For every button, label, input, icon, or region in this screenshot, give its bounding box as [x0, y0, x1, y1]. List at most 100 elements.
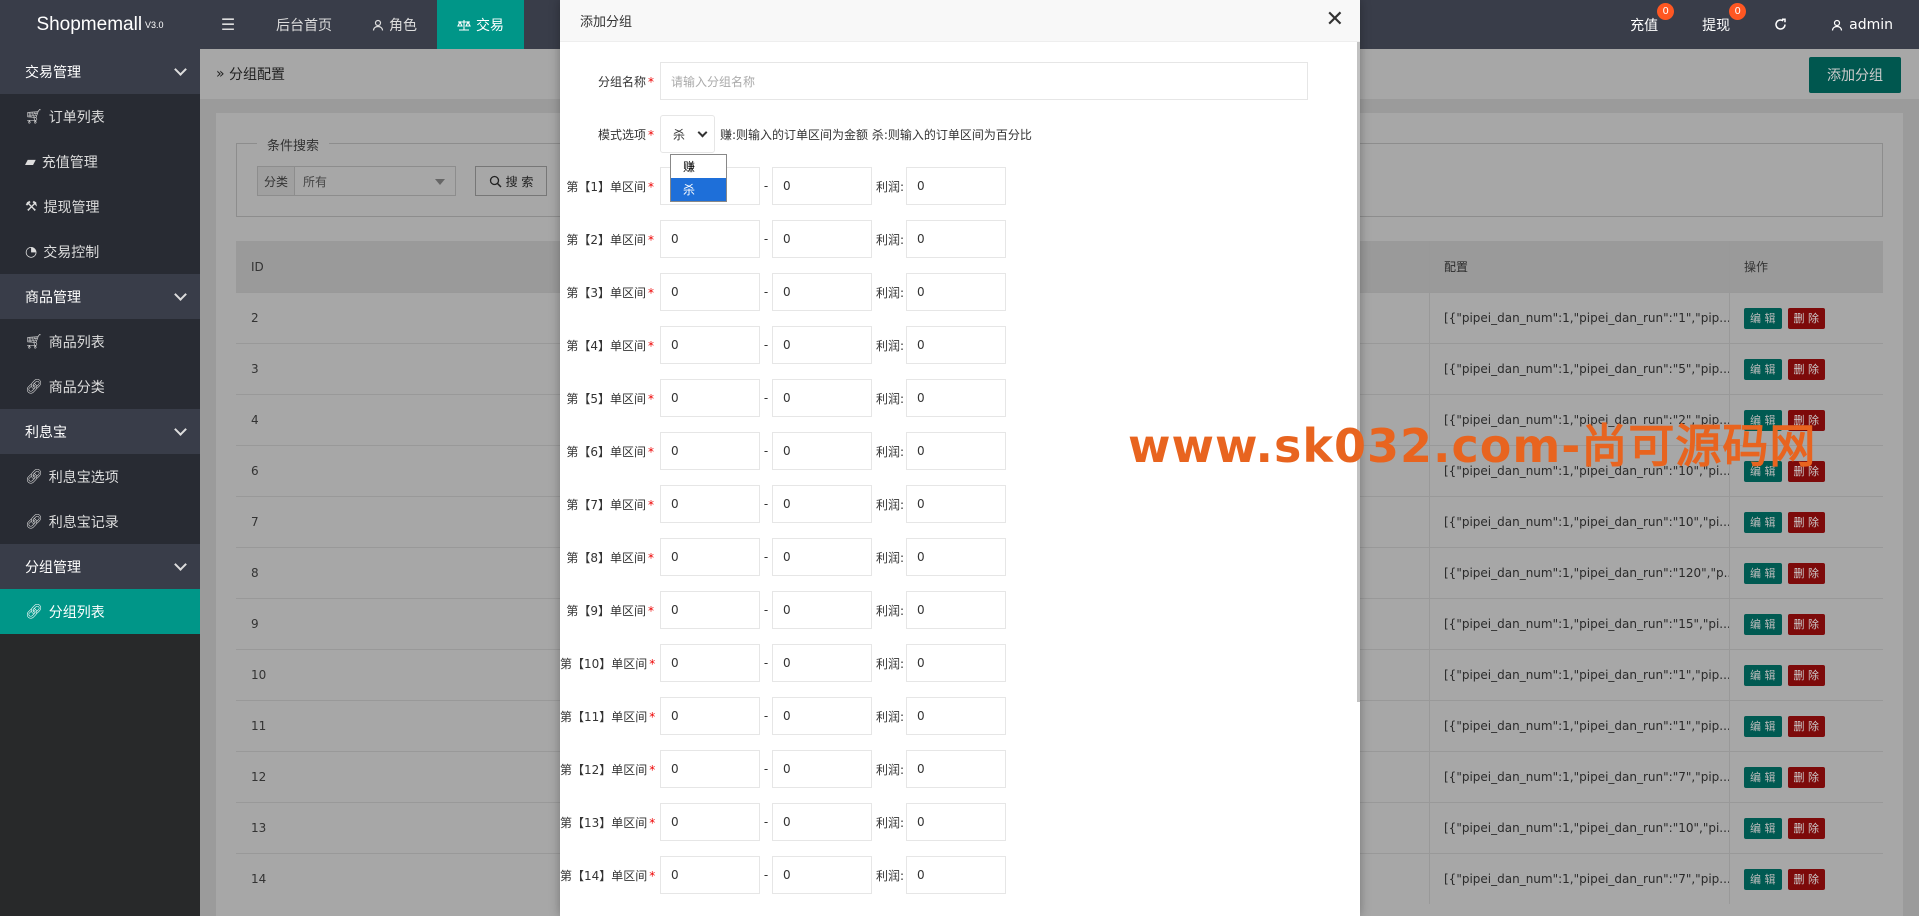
delete-button[interactable]: 删 除 [1787, 613, 1825, 635]
edit-button[interactable]: 编 辑 [1744, 766, 1782, 788]
interval-profit-input[interactable]: 0 [906, 803, 1006, 841]
recharge-badge: 0 [1657, 3, 1675, 20]
interval-min-input[interactable]: 0 [660, 538, 760, 576]
group-name-input[interactable]: 请输入分组名称 [660, 62, 1308, 100]
edit-button[interactable]: 编 辑 [1744, 868, 1782, 890]
sidebar-item-trade-control[interactable]: ◔ 交易控制 [0, 229, 200, 274]
edit-button[interactable]: 编 辑 [1744, 307, 1782, 329]
interval-profit-input[interactable]: 0 [906, 538, 1006, 576]
admin-menu[interactable]: admin [1809, 0, 1919, 49]
header-config: 配置 [1429, 241, 1729, 292]
interval-max-input[interactable]: 0 [772, 697, 872, 735]
sidebar-item-recharge[interactable]: ▰ 充值管理 [0, 139, 200, 184]
edit-button[interactable]: 编 辑 [1744, 715, 1782, 737]
sidebar-item-goods-list[interactable]: 🛒︎ 商品列表 [0, 319, 200, 364]
interval-profit-input[interactable]: 0 [906, 856, 1006, 894]
sidebar-item-group-list[interactable]: 🔗︎ 分组列表 [0, 589, 200, 634]
mode-label: 模式选项 * [597, 127, 654, 142]
delete-button[interactable]: 删 除 [1787, 358, 1825, 380]
nav-role[interactable]: 角色 [352, 0, 437, 49]
interval-profit-input[interactable]: 0 [906, 432, 1006, 470]
sidebar-group-interest[interactable]: 利息宝 [0, 409, 200, 454]
sidebar-item-withdraw[interactable]: ⚒ 提现管理 [0, 184, 200, 229]
range-dash: - [763, 285, 769, 299]
delete-button[interactable]: 删 除 [1787, 511, 1825, 533]
edit-button[interactable]: 编 辑 [1744, 358, 1782, 380]
interval-profit-input[interactable]: 0 [906, 644, 1006, 682]
add-group-button[interactable]: 添加分组 [1809, 57, 1901, 93]
interval-min-input[interactable]: 0 [660, 644, 760, 682]
interval-min-input[interactable]: 0 [660, 273, 760, 311]
interval-max-input[interactable]: 0 [772, 485, 872, 523]
edit-button[interactable]: 编 辑 [1744, 511, 1782, 533]
interval-max-input[interactable]: 0 [772, 750, 872, 788]
interval-profit-input[interactable]: 0 [906, 220, 1006, 258]
mode-option-kill[interactable]: 杀 [671, 178, 726, 201]
interval-min-input[interactable]: 0 [660, 326, 760, 364]
edit-button[interactable]: 编 辑 [1744, 664, 1782, 686]
interval-max-input[interactable]: 0 [772, 220, 872, 258]
interval-min-input[interactable]: 0 [660, 379, 760, 417]
sidebar-item-goods-category[interactable]: 🔗︎ 商品分类 [0, 364, 200, 409]
interval-profit-input[interactable]: 0 [906, 379, 1006, 417]
interval-max-input[interactable]: 0 [772, 591, 872, 629]
modal-scrollbar[interactable] [1357, 42, 1360, 702]
interval-min-input[interactable]: 0 [660, 750, 760, 788]
interval-max-input[interactable]: 0 [772, 273, 872, 311]
delete-button[interactable]: 删 除 [1787, 307, 1825, 329]
interval-max-input[interactable]: 0 [772, 326, 872, 364]
withdraw-link[interactable]: 提现 0 [1680, 0, 1752, 49]
interval-profit-input[interactable]: 0 [906, 750, 1006, 788]
interval-max-input[interactable]: 0 [772, 644, 872, 682]
interval-min-input[interactable]: 0 [660, 856, 760, 894]
interval-min-input[interactable]: 0 [660, 220, 760, 258]
edit-button[interactable]: 编 辑 [1744, 562, 1782, 584]
search-button[interactable]: 搜 索 [475, 166, 547, 196]
interval-min-input[interactable]: 0 [660, 432, 760, 470]
sidebar-group-trade[interactable]: 交易管理 [0, 49, 200, 94]
brand-logo[interactable]: Shopmemall V3.0 [0, 0, 200, 49]
nav-home[interactable]: 后台首页 [256, 0, 352, 49]
interval-min-input[interactable]: 0 [660, 591, 760, 629]
interval-profit-input[interactable]: 0 [906, 167, 1006, 205]
interval-max-input[interactable]: 0 [772, 379, 872, 417]
interval-min-input[interactable]: 0 [660, 485, 760, 523]
mode-select[interactable]: 杀 [660, 115, 715, 153]
interval-profit-input[interactable]: 0 [906, 697, 1006, 735]
category-select[interactable]: 所有 [294, 166, 456, 196]
interval-max-input[interactable]: 0 [772, 538, 872, 576]
interval-min-input[interactable]: 0 [660, 803, 760, 841]
interval-min-input[interactable]: 0 [660, 697, 760, 735]
sidebar-toggle-button[interactable]: ☰ [200, 0, 256, 49]
edit-button[interactable]: 编 辑 [1744, 817, 1782, 839]
edit-button[interactable]: 编 辑 [1744, 613, 1782, 635]
mode-option-earn[interactable]: 赚 [671, 155, 726, 178]
interval-label: 第【8】单区间 * [566, 550, 654, 565]
interval-max-input[interactable]: 0 [772, 432, 872, 470]
row-id: 4 [251, 413, 259, 427]
delete-button[interactable]: 删 除 [1787, 766, 1825, 788]
delete-button[interactable]: 删 除 [1787, 715, 1825, 737]
interval-profit-input[interactable]: 0 [906, 485, 1006, 523]
sidebar-item-orders[interactable]: 🛒︎ 订单列表 [0, 94, 200, 139]
delete-button[interactable]: 删 除 [1787, 562, 1825, 584]
interval-max-input[interactable]: 0 [772, 167, 872, 205]
refresh-button[interactable] [1752, 0, 1809, 49]
interval-max-input[interactable]: 0 [772, 803, 872, 841]
nav-trade[interactable]: 交易 [437, 0, 524, 49]
delete-button[interactable]: 删 除 [1787, 817, 1825, 839]
delete-button[interactable]: 删 除 [1787, 868, 1825, 890]
sidebar-item-interest-options[interactable]: 🔗︎ 利息宝选项 [0, 454, 200, 499]
interval-profit-input[interactable]: 0 [906, 273, 1006, 311]
delete-button[interactable]: 删 除 [1787, 664, 1825, 686]
sidebar-item-interest-records[interactable]: 🔗︎ 利息宝记录 [0, 499, 200, 544]
interval-profit-input[interactable]: 0 [906, 326, 1006, 364]
user-icon [372, 19, 384, 31]
close-icon[interactable]: ✕ [1326, 9, 1344, 31]
sidebar-group-groups[interactable]: 分组管理 [0, 544, 200, 589]
sidebar-group-goods[interactable]: 商品管理 [0, 274, 200, 319]
group-name-label: 分组名称 * [597, 74, 654, 89]
interval-profit-input[interactable]: 0 [906, 591, 1006, 629]
recharge-link[interactable]: 充值 0 [1608, 0, 1680, 49]
interval-max-input[interactable]: 0 [772, 856, 872, 894]
